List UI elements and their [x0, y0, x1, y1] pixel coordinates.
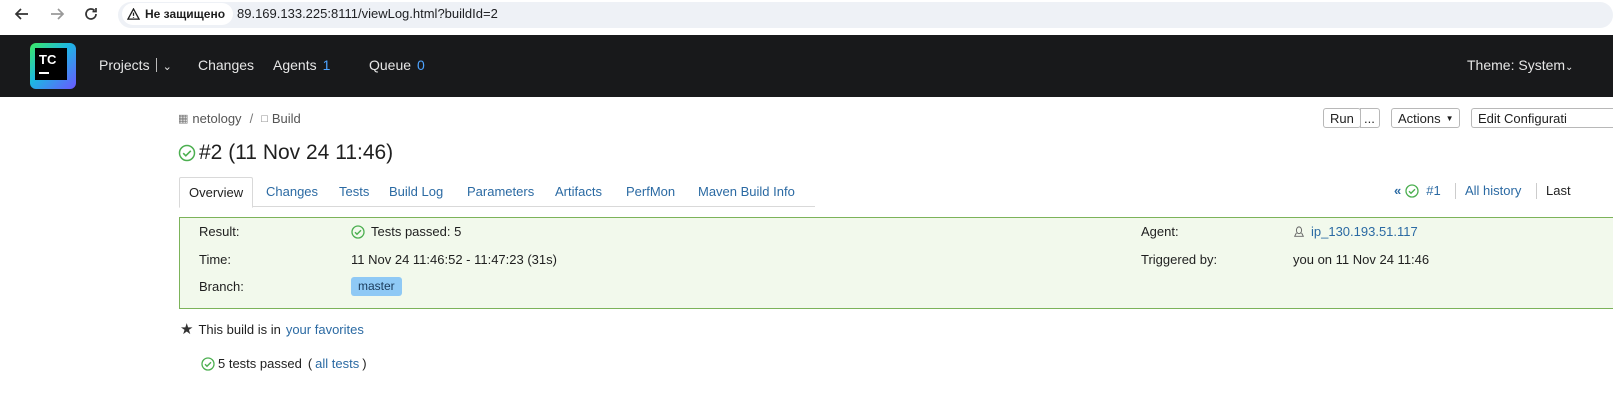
page-title: #2 (11 Nov 24 11:46)	[178, 141, 393, 165]
tab-parameters[interactable]: Parameters	[467, 177, 534, 207]
tests-paren-close: )	[362, 356, 367, 371]
nav-queue[interactable]: Queue 0	[369, 57, 425, 73]
reload-button[interactable]	[81, 4, 101, 24]
favorites-link[interactable]: your favorites	[286, 322, 364, 337]
all-tests-link[interactable]: all tests	[315, 356, 359, 371]
security-label: Не защищено	[145, 7, 226, 21]
favorites-text: This build is in	[198, 321, 281, 337]
history-divider	[1455, 183, 1456, 199]
caret-down-icon: ▼	[1445, 113, 1454, 123]
chevron-down-icon[interactable]: ⌄	[163, 61, 172, 73]
nav-changes[interactable]: Changes	[198, 57, 254, 73]
branch-label: Branch:	[199, 279, 244, 294]
teamcity-logo-icon[interactable]: TC	[30, 43, 76, 89]
star-icon[interactable]: ★	[180, 320, 193, 338]
tests-summary: 5 tests passed (all tests)	[201, 356, 367, 371]
triggered-by-value: you on 11 Nov 24 11:46	[1293, 252, 1430, 267]
tab-bar: Overview Changes Tests Build Log Paramet…	[179, 177, 815, 208]
success-icon	[351, 224, 365, 239]
all-history-link[interactable]: All history	[1465, 183, 1521, 198]
security-chip[interactable]: Не защищено	[122, 3, 234, 25]
success-icon	[1405, 183, 1419, 198]
back-button[interactable]	[12, 4, 32, 24]
app-header: TC Projects ⌄ Changes Agents 1 Queue 0 Them…	[0, 35, 1613, 97]
agent-value: ip_130.193.51.117	[1293, 224, 1418, 239]
build-title: #2 (11 Nov 24 11:46)	[199, 141, 394, 164]
nav-queue-label: Queue	[369, 57, 412, 73]
forward-button[interactable]	[47, 4, 67, 24]
queue-count: 0	[417, 57, 425, 73]
agent-link[interactable]: ip_130.193.51.117	[1311, 224, 1418, 239]
run-button[interactable]: Run	[1323, 108, 1361, 128]
warning-icon	[127, 7, 140, 20]
previous-build-label: #1	[1426, 183, 1441, 198]
actions-button[interactable]: Actions ▼	[1391, 108, 1460, 128]
linux-icon	[1293, 225, 1305, 237]
success-icon	[201, 356, 215, 371]
nav-projects[interactable]: Projects ⌄	[99, 57, 172, 73]
breadcrumb: ▦ netology / □ Build	[178, 111, 301, 126]
double-chevron-left-icon: «	[1394, 183, 1402, 198]
history-divider	[1536, 183, 1537, 199]
tab-changes[interactable]: Changes	[266, 177, 318, 207]
triggered-by-label: Triggered by:	[1141, 252, 1218, 267]
tests-text: 5 tests passed	[218, 356, 302, 371]
run-options-button[interactable]: ...	[1360, 108, 1380, 128]
nav-divider	[155, 58, 157, 72]
time-label: Time:	[199, 252, 232, 267]
tab-overview[interactable]: Overview	[179, 177, 254, 208]
project-icon: ▦	[178, 113, 189, 125]
logo-text: TC	[39, 52, 57, 67]
favorites-note: ★ This build is in your favorites	[180, 320, 364, 338]
tab-artifacts[interactable]: Artifacts	[555, 177, 602, 207]
agents-count: 1	[322, 57, 331, 73]
nav-agents[interactable]: Agents 1	[273, 57, 330, 73]
breadcrumb-build-config[interactable]: Build	[272, 111, 301, 126]
branch-badge[interactable]: master	[351, 277, 402, 296]
actions-label: Actions	[1398, 110, 1441, 126]
theme-selector[interactable]: Theme: System⌄	[1467, 57, 1573, 73]
result-value: Tests passed: 5	[351, 224, 461, 239]
tab-maven-build-info[interactable]: Maven Build Info	[698, 177, 795, 207]
breadcrumb-project[interactable]: netology	[192, 111, 241, 126]
browser-toolbar: Не защищено 89.169.133.225:8111/viewLog.…	[0, 0, 1613, 35]
result-text: Tests passed: 5	[371, 224, 462, 239]
time-value: 11 Nov 24 11:46:52 - 11:47:23 (31s)	[351, 252, 557, 267]
chevron-down-icon: ⌄	[1565, 62, 1574, 73]
nav-projects-label: Projects	[99, 57, 150, 73]
edit-configuration-button[interactable]: Edit Configurati	[1471, 108, 1613, 128]
success-icon	[178, 144, 196, 162]
arrow-left-icon	[14, 8, 28, 20]
tab-perfmon[interactable]: PerfMon	[626, 177, 675, 207]
nav-agents-label: Agents	[273, 57, 317, 73]
previous-build-link[interactable]: « #1	[1394, 183, 1441, 198]
last-build-label[interactable]: Last	[1546, 183, 1571, 198]
theme-label: Theme: System	[1467, 57, 1566, 73]
agent-label: Agent:	[1141, 224, 1179, 239]
tests-paren-open: (	[307, 356, 313, 371]
build-config-icon: □	[261, 112, 268, 125]
breadcrumb-separator: /	[249, 111, 254, 126]
tab-build-log[interactable]: Build Log	[389, 177, 443, 207]
arrow-right-icon	[51, 8, 65, 20]
url-text[interactable]: 89.169.133.225:8111/viewLog.html?buildId…	[237, 6, 498, 21]
reload-icon	[85, 8, 97, 20]
tab-tests[interactable]: Tests	[339, 177, 369, 207]
result-label: Result:	[199, 224, 240, 239]
